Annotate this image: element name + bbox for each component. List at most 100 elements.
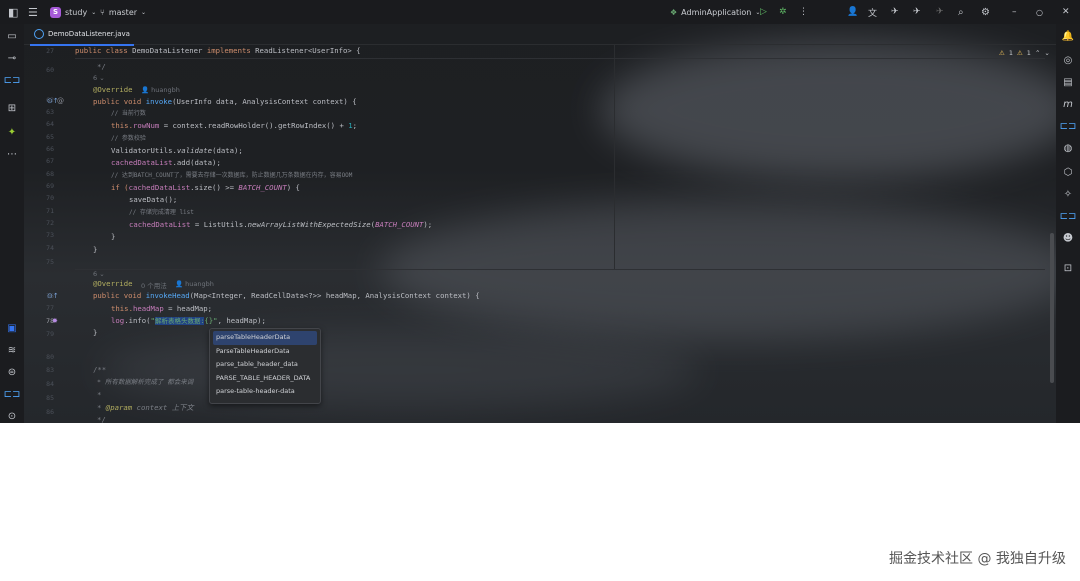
- code-line-comment: // 参数校验: [111, 135, 146, 142]
- notifications-icon[interactable]: 🔔: [1060, 28, 1076, 44]
- tab-file-name: DemoDataListener.java: [48, 30, 130, 38]
- line-number: 68: [46, 170, 54, 178]
- close-icon[interactable]: ✕: [1062, 7, 1070, 17]
- override-marker-icon[interactable]: ⊙↑: [47, 292, 59, 300]
- line-number: 64: [46, 120, 54, 128]
- problems-icon[interactable]: ⊜: [4, 364, 20, 380]
- gradle-icon[interactable]: ⬡: [1060, 164, 1076, 180]
- line-number: 70: [46, 194, 54, 202]
- code-line-invokehead: public void invokeHead(Map<Integer, Read…: [93, 291, 480, 300]
- more-options-icon[interactable]: ⋮: [799, 7, 808, 17]
- ai-suggestion-icon[interactable]: ✸: [52, 317, 58, 325]
- tool-window-icon[interactable]: ✦: [4, 124, 20, 140]
- plugin-icon[interactable]: ⊏⊐: [4, 386, 21, 402]
- left-toolbar: ▭ ⊸ ⊏⊐ ⊞ ✦ ⋯ ▣ ≋ ⊜ ⊏⊐ ⊙: [0, 24, 24, 423]
- endpoints-icon[interactable]: ◍: [1060, 140, 1076, 156]
- branch-name: master: [108, 7, 138, 17]
- author-hint[interactable]: 👤 huangbh: [175, 280, 214, 288]
- send-icon[interactable]: ✈: [891, 7, 899, 17]
- spring-icon: ❖: [670, 7, 678, 17]
- commit-icon[interactable]: ⊸: [4, 50, 20, 66]
- title-bar: ◧ ☰ S study ⌄ ⑂ master ⌄ ❖ AdminApplicat…: [0, 0, 1080, 24]
- suggestion-item[interactable]: PARSE_TABLE_HEADER_DATA: [210, 372, 320, 386]
- line-number: 69: [46, 182, 54, 190]
- translate-panel-icon[interactable]: ⊡: [1060, 260, 1076, 276]
- plugin-icon[interactable]: ⊏⊐: [4, 72, 21, 88]
- code-line-log: log.info("解析表格头数据:{}", headMap);: [111, 316, 266, 325]
- code-line-javadoc: */: [97, 415, 106, 423]
- code-line-rownum: this.rowNum = context.readRowHolder().ge…: [111, 121, 358, 130]
- code-line-brace: }: [93, 328, 98, 337]
- bot-icon[interactable]: ☻: [1060, 230, 1076, 246]
- fold-hint[interactable]: 6 ⌄: [93, 74, 105, 82]
- code-line-validate: ValidatorUtils.validate(data);: [111, 146, 243, 155]
- java-class-icon: [34, 29, 44, 39]
- project-selector[interactable]: S study ⌄: [50, 6, 97, 18]
- run-icon[interactable]: ▷: [760, 7, 767, 17]
- code-line-if: if (cachedDataList.size() >= BATCH_COUNT…: [111, 183, 300, 192]
- right-toolbar: 🔔 ◎ ▤ m ⊏⊐ ◍ ⬡ ✧ ⊏⊐ ☻ ⊡: [1056, 24, 1080, 423]
- chevron-down-icon: ⌄: [91, 8, 97, 16]
- translate-icon[interactable]: 文: [868, 6, 877, 19]
- line-number: 86: [46, 408, 54, 416]
- structure-icon[interactable]: ⊞: [4, 100, 20, 116]
- suggestion-item[interactable]: parse_table_header_data: [210, 358, 320, 372]
- vertical-scrollbar[interactable]: [1050, 233, 1054, 383]
- branch-selector[interactable]: ⑂ master ⌄: [100, 8, 146, 17]
- debug-icon[interactable]: ✲: [779, 7, 787, 17]
- restore-icon[interactable]: ○: [1036, 8, 1043, 17]
- suggestion-item[interactable]: parse-table-header-data: [210, 385, 320, 399]
- terminal-icon[interactable]: ⊙: [4, 408, 20, 423]
- author-hint[interactable]: 👤 huangbh: [141, 86, 180, 94]
- line-number: 85: [46, 394, 54, 402]
- code-line-reset: cachedDataList = ListUtils.newArrayListW…: [129, 220, 433, 229]
- code-line-brace: }: [111, 232, 116, 241]
- tab-demodatalistener[interactable]: DemoDataListener.java: [30, 24, 134, 46]
- code-line-comment: // 存储完成清理 list: [129, 209, 194, 216]
- line-number: 74: [46, 244, 54, 252]
- run-window-icon[interactable]: ▣: [4, 320, 20, 336]
- chevron-down-icon[interactable]: ⌄: [1044, 49, 1049, 57]
- code-line-headmap: this.headMap = headMap;: [111, 304, 213, 313]
- plugin-icon[interactable]: ⊏⊐: [1060, 118, 1077, 134]
- settings-gear-icon[interactable]: ⚙: [981, 7, 990, 18]
- add-user-icon[interactable]: 👤: [847, 7, 858, 17]
- database-icon[interactable]: ▤: [1060, 74, 1076, 90]
- plugin-icon[interactable]: ⊏⊐: [1060, 208, 1077, 224]
- chevron-down-icon: ⌄: [141, 8, 147, 16]
- code-line-class: public class DemoDataListener implements…: [75, 46, 361, 55]
- code-line-javadoc: /**: [93, 365, 107, 374]
- code-line-save: saveData();: [129, 195, 178, 204]
- line-number: 27: [46, 47, 54, 55]
- line-number: 63: [46, 108, 54, 116]
- line-number: 73: [46, 231, 54, 239]
- ai-assistant-icon[interactable]: ◎: [1060, 52, 1076, 68]
- selected-text: 解析表格头数据:: [154, 317, 205, 325]
- user-icon: 👤: [141, 86, 152, 94]
- suggestion-item[interactable]: parseTableHeaderData: [213, 331, 317, 345]
- sticky-header-separator: [75, 58, 1045, 59]
- search-icon[interactable]: ⌕: [958, 7, 964, 18]
- usages-hint[interactable]: 0 个用法: [141, 280, 167, 290]
- watermark: 掘金技术社区 @ 我独自升级: [889, 551, 1066, 567]
- minimize-icon[interactable]: –: [1012, 7, 1017, 17]
- line-number: 65: [46, 133, 54, 141]
- fold-hint[interactable]: 6 ⌄: [93, 270, 105, 278]
- line-number: 60: [46, 66, 54, 74]
- send-icon[interactable]: ✈: [913, 7, 921, 17]
- services-icon[interactable]: ≋: [4, 342, 20, 358]
- line-number: 71: [46, 207, 54, 215]
- at-icon[interactable]: @: [57, 97, 64, 105]
- git-branch-icon: ⑂: [100, 7, 105, 17]
- rename-suggestion-popup: parseTableHeaderData ParseTableHeaderDat…: [209, 328, 321, 404]
- line-number: 75: [46, 258, 54, 266]
- project-folder-icon[interactable]: ▭: [4, 28, 20, 44]
- run-config-selector[interactable]: ❖ AdminApplication ⌄: [670, 8, 760, 17]
- more-tools-icon[interactable]: ⋯: [4, 146, 20, 162]
- copilot-icon[interactable]: ✧: [1060, 186, 1076, 202]
- maven-icon[interactable]: m: [1060, 96, 1076, 112]
- line-number: 66: [46, 145, 54, 153]
- line-number-current: 78: [46, 317, 54, 325]
- suggestion-item[interactable]: ParseTableHeaderData: [210, 345, 320, 359]
- main-menu-icon[interactable]: ☰: [28, 6, 38, 19]
